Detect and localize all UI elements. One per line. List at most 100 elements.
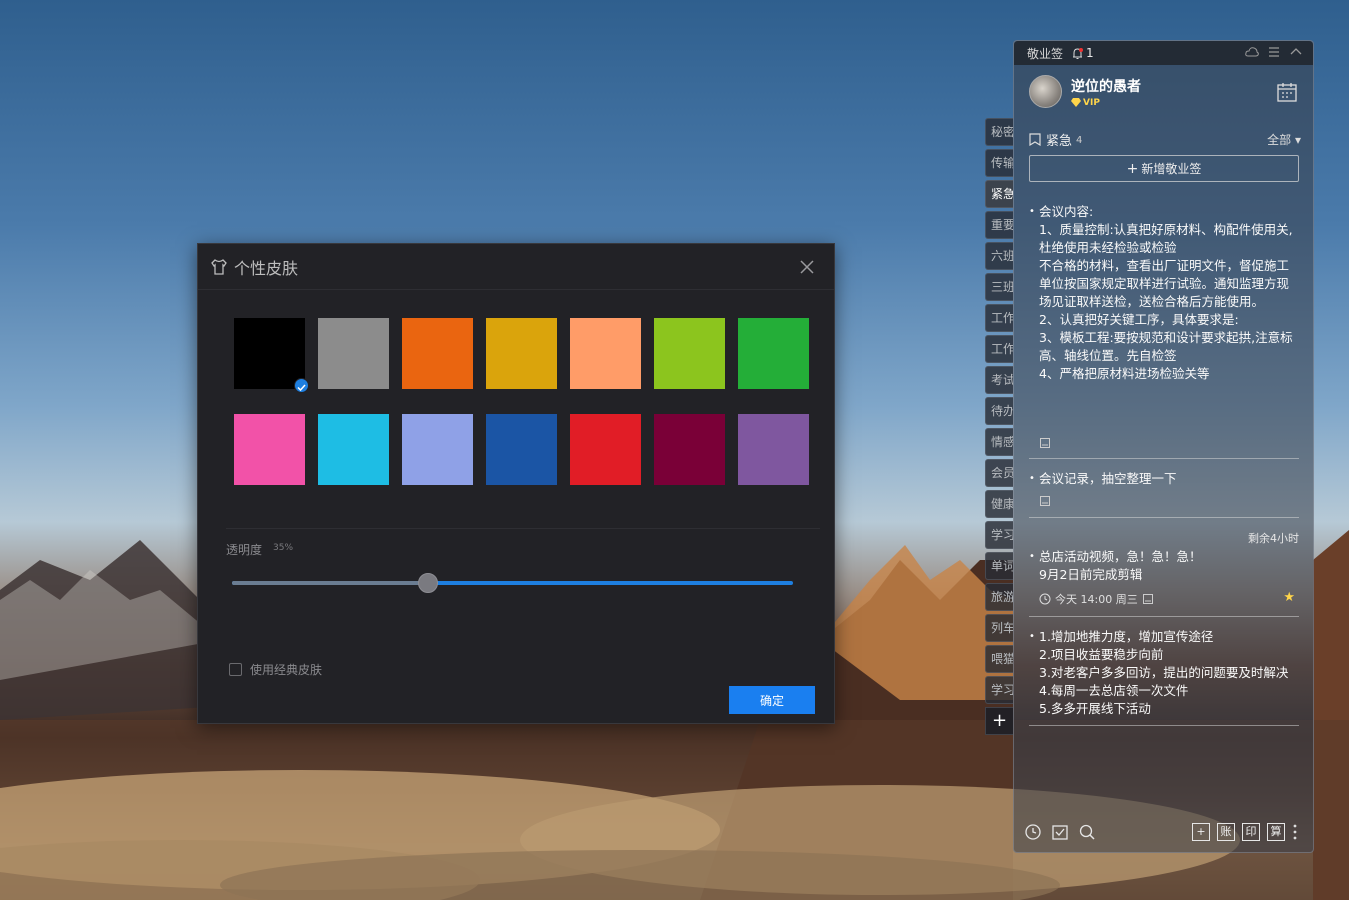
- note-line: 3.对老客户多多回访，提出的问题要及时解决: [1039, 665, 1289, 680]
- category-tab[interactable]: 学习: [985, 521, 1013, 549]
- category-tab[interactable]: 旅游: [985, 583, 1013, 611]
- close-icon[interactable]: [798, 258, 816, 276]
- avatar[interactable]: [1029, 75, 1062, 108]
- color-swatch[interactable]: [402, 414, 473, 485]
- completed-icon[interactable]: [1051, 823, 1069, 841]
- dialog-header: 个性皮肤: [198, 244, 834, 290]
- note-line: 不合格的材料，查看出厂证明文件，督促施工单位按国家规定取样进行试验。通知监理方现…: [1039, 258, 1290, 309]
- note-attachment-icon[interactable]: [1142, 593, 1154, 605]
- category-tab[interactable]: 列车: [985, 614, 1013, 642]
- opacity-slider-handle[interactable]: [418, 573, 439, 593]
- reminder-meta: 今天 14:00 周三: [1039, 591, 1154, 607]
- app-name: 敬业签: [1027, 46, 1064, 61]
- category-tab[interactable]: 考试: [985, 366, 1013, 394]
- calculate-button[interactable]: 算: [1267, 823, 1285, 841]
- bullet-icon: •: [1029, 551, 1035, 562]
- note-item[interactable]: • 会议记录，抽空整理一下: [1029, 470, 1299, 488]
- divider: [1029, 725, 1299, 726]
- note-attachment-icon[interactable]: [1039, 495, 1051, 507]
- category-tab[interactable]: 待办: [985, 397, 1013, 425]
- print-button[interactable]: 印: [1242, 823, 1260, 841]
- color-swatch[interactable]: [486, 414, 557, 485]
- color-swatch[interactable]: [738, 414, 809, 485]
- color-swatch[interactable]: [402, 318, 473, 389]
- note-attachment-icon[interactable]: [1039, 437, 1051, 449]
- diamond-icon: [1071, 98, 1081, 107]
- more-icon[interactable]: [1293, 823, 1297, 841]
- note-line: 3、模板工程:要按规范和设计要求起拱,注意标高、轴线位置。先自检签: [1039, 330, 1293, 363]
- opacity-value: 35%: [273, 543, 294, 553]
- category-tab[interactable]: 六班: [985, 242, 1013, 270]
- bell-icon[interactable]: [1071, 47, 1084, 60]
- note-item[interactable]: • 总店活动视频，急！急！急！ 9月2日前完成剪辑: [1029, 548, 1299, 584]
- search-icon[interactable]: [1078, 823, 1096, 841]
- divider: [1029, 616, 1299, 617]
- color-swatch[interactable]: [234, 318, 309, 393]
- category-tab[interactable]: 会员: [985, 459, 1013, 487]
- new-note-button[interactable]: + 新增敬业签: [1029, 155, 1299, 182]
- classic-skin-label: 使用经典皮肤: [250, 663, 323, 677]
- category-tab[interactable]: 单词: [985, 552, 1013, 580]
- category-tab[interactable]: 传输: [985, 149, 1013, 177]
- clock-icon: [1039, 593, 1051, 605]
- star-icon[interactable]: ★: [1283, 590, 1295, 605]
- note-line: 会议记录，抽空整理一下: [1039, 471, 1177, 486]
- category-tab[interactable]: 三班: [985, 273, 1013, 301]
- category-name: 紧急: [1046, 133, 1073, 149]
- filter-dropdown[interactable]: 全部 ▾: [1267, 131, 1301, 148]
- category-tab[interactable]: 健康: [985, 490, 1013, 518]
- color-swatch[interactable]: [738, 318, 809, 389]
- note-line: 2、认真把好关键工序，具体要求是:: [1039, 312, 1239, 327]
- category-tab[interactable]: 工作: [985, 335, 1013, 363]
- cloud-sync-icon[interactable]: [1245, 45, 1259, 59]
- note-line: 2.项目收益要稳步向前: [1039, 647, 1164, 662]
- account-button[interactable]: 账: [1217, 823, 1235, 841]
- classic-skin-checkbox[interactable]: [229, 663, 242, 676]
- color-swatch[interactable]: [654, 318, 725, 389]
- collapse-icon[interactable]: [1289, 45, 1303, 59]
- note-line: 1.增加地推力度，增加宣传途径: [1039, 629, 1214, 644]
- category-tab[interactable]: 喂猫: [985, 645, 1013, 673]
- note-line: 9月2日前完成剪辑: [1039, 567, 1143, 582]
- category-tab[interactable]: 学习: [985, 676, 1013, 704]
- add-tab-button[interactable]: +: [985, 707, 1013, 735]
- note-line: 5.多多开展线下活动: [1039, 701, 1151, 716]
- divider: [1029, 517, 1299, 518]
- category-tab[interactable]: 工作: [985, 304, 1013, 332]
- notification-count: 1: [1086, 46, 1094, 60]
- new-note-label: 新增敬业签: [1141, 162, 1202, 176]
- color-swatch[interactable]: [318, 414, 389, 485]
- skin-dialog: 个性皮肤 透明度 35% 使用经典皮肤 确定: [197, 243, 835, 724]
- note-panel: 敬业签 1 逆位的愚者 VIP 紧急 4 全部 ▾ + 新增敬业签 • 会议内容…: [1013, 40, 1314, 853]
- note-line: 1、质量控制:认真把好原材料、构配件使用关,杜绝使用未经检验或检验: [1039, 222, 1293, 255]
- menu-icon[interactable]: [1267, 45, 1281, 59]
- color-swatch[interactable]: [318, 318, 389, 389]
- classic-skin-option[interactable]: 使用经典皮肤: [229, 661, 322, 678]
- bullet-icon: •: [1029, 473, 1035, 484]
- color-swatch[interactable]: [486, 318, 557, 389]
- note-item[interactable]: • 1.增加地推力度，增加宣传途径 2.项目收益要稳步向前 3.对老客户多多回访…: [1029, 628, 1299, 718]
- add-icon[interactable]: +: [1192, 823, 1210, 841]
- confirm-button[interactable]: 确定: [729, 686, 815, 714]
- check-icon: [294, 378, 309, 393]
- note-item[interactable]: • 会议内容: 1、质量控制:认真把好原材料、构配件使用关,杜绝使用未经检验或检…: [1029, 203, 1299, 389]
- category-count: 4: [1076, 134, 1083, 146]
- opacity-slider[interactable]: [232, 573, 793, 593]
- category-tab[interactable]: 秘密: [985, 118, 1013, 146]
- dialog-title: 个性皮肤: [234, 258, 299, 278]
- color-swatch[interactable]: [570, 318, 641, 389]
- note-line: 4、严格把原材料进场检验关等: [1039, 366, 1210, 381]
- category-tab[interactable]: 重要: [985, 211, 1013, 239]
- user-info[interactable]: 逆位的愚者 VIP: [1029, 75, 1141, 108]
- panel-titlebar: 敬业签 1: [1014, 41, 1313, 65]
- note-line: 会议内容:: [1039, 204, 1094, 219]
- remaining-time: 剩余4小时: [1248, 532, 1299, 545]
- calendar-icon[interactable]: [1276, 81, 1298, 103]
- category-tab[interactable]: 紧急: [985, 180, 1013, 208]
- color-swatch[interactable]: [654, 414, 725, 485]
- color-swatch[interactable]: [570, 414, 641, 485]
- bookmark-icon: [1029, 132, 1041, 146]
- color-swatch[interactable]: [234, 414, 305, 485]
- category-tab[interactable]: 情感: [985, 428, 1013, 456]
- history-icon[interactable]: [1024, 823, 1042, 841]
